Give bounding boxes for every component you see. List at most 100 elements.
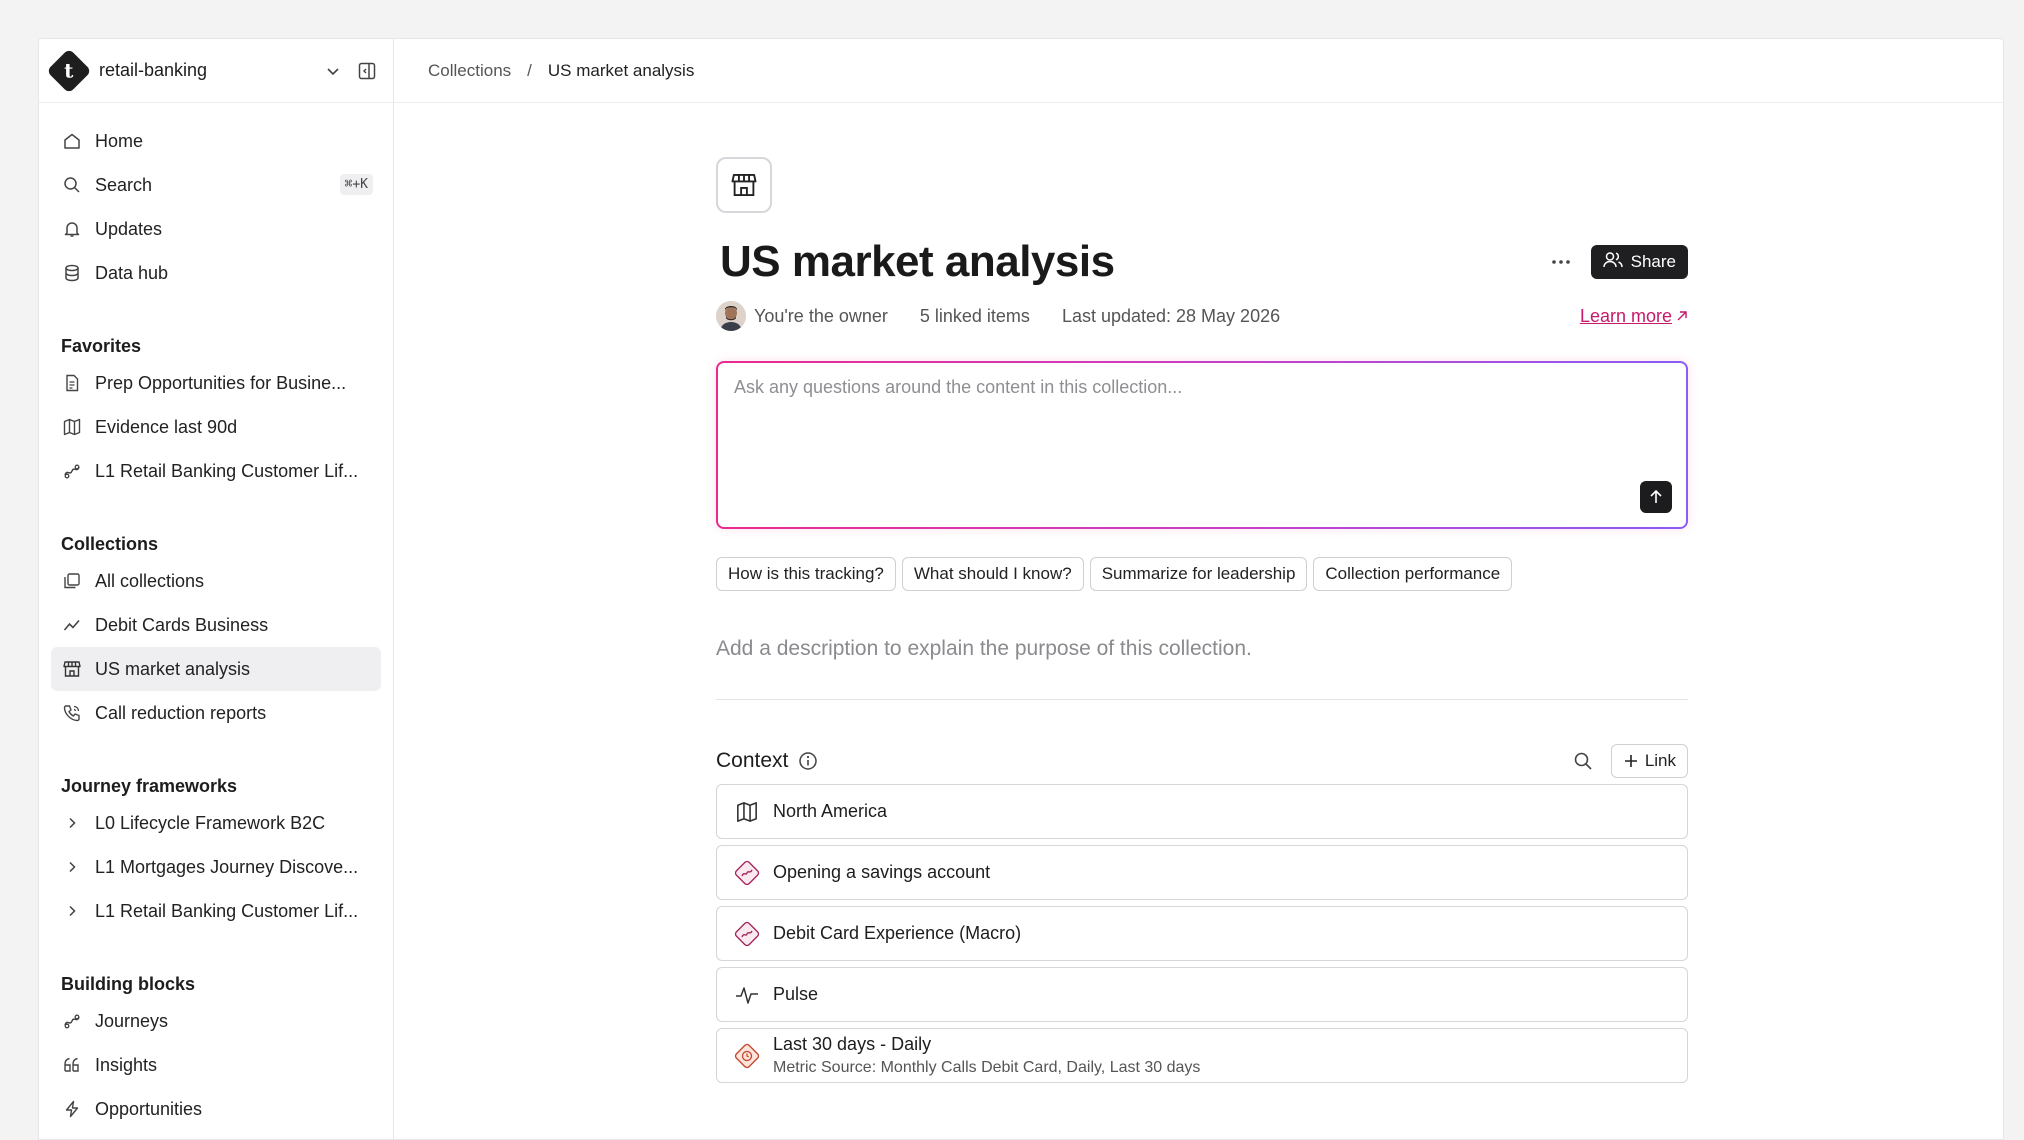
plus-icon xyxy=(1624,755,1637,767)
sidebar-item-all-collections[interactable]: All collections xyxy=(51,559,381,603)
sidebar-item-label: L1 Retail Banking Customer Lif... xyxy=(95,460,359,481)
context-item-title: Debit Card Experience (Macro) xyxy=(773,923,1022,943)
favorite-item[interactable]: L1 Retail Banking Customer Lif... xyxy=(51,449,381,493)
ask-question-box xyxy=(716,361,1688,529)
document-icon xyxy=(61,372,83,394)
phone-icon xyxy=(61,702,83,724)
sidebar-item-label: Insights xyxy=(95,1054,158,1075)
sidebar-item-label: L1 Retail Banking Customer Lif... xyxy=(95,900,359,921)
send-button[interactable] xyxy=(1640,481,1672,513)
sidebar-item-collection[interactable]: Debit Cards Business xyxy=(51,603,381,647)
journey-framework-item[interactable]: L1 Mortgages Journey Discove... xyxy=(51,845,381,889)
journey-framework-item[interactable]: L1 Retail Banking Customer Lif... xyxy=(51,889,381,933)
workspace-name: retail-banking xyxy=(99,60,208,80)
sidebar-item-label: Data hub xyxy=(95,262,169,283)
sidebar-item-label: L1 Mortgages Journey Discove... xyxy=(95,856,359,877)
workspace-logo: t xyxy=(46,47,92,94)
users-icon xyxy=(1602,251,1623,274)
building-blocks-heading: Building blocks xyxy=(61,974,196,994)
favorite-item[interactable]: Prep Opportunities for Busine... xyxy=(51,361,381,405)
context-item[interactable]: North America xyxy=(716,784,1688,839)
breadcrumb-collections-link[interactable]: Collections xyxy=(428,61,511,81)
journey-framework-item[interactable]: L0 Lifecycle Framework B2C xyxy=(51,801,381,845)
store-icon[interactable] xyxy=(716,157,772,213)
favorite-item[interactable]: Evidence last 90d xyxy=(51,405,381,449)
pulse-icon xyxy=(733,981,761,1009)
sidebar-item-label: US market analysis xyxy=(95,658,251,679)
database-icon xyxy=(61,262,83,284)
sidebar-item-insights[interactable]: Insights xyxy=(51,1043,381,1087)
more-options-icon[interactable] xyxy=(1545,246,1577,278)
sidebar-item-collection[interactable]: Call reduction reports xyxy=(51,691,381,735)
store-icon xyxy=(61,658,83,680)
context-item-title: Last 30 days - Daily xyxy=(773,1034,932,1054)
share-label: Share xyxy=(1630,252,1676,271)
avatar xyxy=(716,301,746,331)
chevron-right-icon[interactable] xyxy=(61,812,83,834)
context-item-title: North America xyxy=(773,801,888,821)
suggestion-chip[interactable]: Collection performance xyxy=(1313,557,1513,591)
journey-icon xyxy=(61,1010,83,1032)
sidebar-item-journeys[interactable]: Journeys xyxy=(51,999,381,1043)
sidebar-item-label: All collections xyxy=(95,570,205,591)
bell-icon xyxy=(61,218,83,240)
collection-page: US market analysis Share You're the owne… xyxy=(716,103,1688,1089)
metric-badge-icon xyxy=(733,1042,761,1070)
context-item-subtitle: Metric Source: Monthly Calls Debit Card,… xyxy=(773,1059,1201,1076)
chevron-right-icon[interactable] xyxy=(61,900,83,922)
sidebar-item-updates[interactable]: Updates xyxy=(51,207,381,251)
collection-meta: You're the owner 5 linked items Last upd… xyxy=(716,299,1688,333)
context-title: Context xyxy=(716,749,789,772)
sidebar-item-label: Evidence last 90d xyxy=(95,416,238,437)
owner-label: You're the owner xyxy=(754,305,888,326)
breadcrumb-current: US market analysis xyxy=(547,60,695,80)
link-button[interactable]: Link xyxy=(1610,744,1688,778)
last-updated: Last updated: 28 May 2026 xyxy=(1061,305,1281,326)
search-icon[interactable] xyxy=(1571,749,1595,773)
info-icon[interactable] xyxy=(798,751,818,771)
context-item-title: Pulse xyxy=(773,984,819,1004)
journey-badge-icon xyxy=(733,859,761,887)
home-icon xyxy=(61,130,83,152)
collections-icon xyxy=(61,570,83,592)
chevron-down-icon[interactable] xyxy=(321,59,345,83)
context-item[interactable]: Last 30 days - Daily Metric Source: Mont… xyxy=(716,1028,1688,1083)
suggestion-chip[interactable]: What should I know? xyxy=(901,557,1084,591)
learn-more-link[interactable]: Learn more xyxy=(1580,306,1688,327)
sidebar-item-collection-active[interactable]: US market analysis xyxy=(51,647,381,691)
sidebar-item-label: Updates xyxy=(95,218,163,239)
context-item[interactable]: Opening a savings account xyxy=(716,845,1688,900)
sidebar-item-data-hub[interactable]: Data hub xyxy=(51,251,381,295)
sidebar-item-opportunities[interactable]: Opportunities xyxy=(51,1087,381,1131)
context-item-title: Opening a savings account xyxy=(773,862,991,882)
main-content: Collections / US market analysis US mark… xyxy=(394,39,2003,1139)
context-item[interactable]: Pulse xyxy=(716,967,1688,1022)
map-icon xyxy=(733,798,761,826)
sidebar-item-home[interactable]: Home xyxy=(51,119,381,163)
link-label: Link xyxy=(1644,751,1676,770)
sidebar-item-search[interactable]: Search ⌘+K xyxy=(51,163,381,207)
suggestion-chip[interactable]: Summarize for leadership xyxy=(1089,557,1308,591)
app-window: t retail-banking Home Search ⌘+K Updates… xyxy=(38,38,2004,1140)
external-link-icon xyxy=(1677,311,1687,321)
lightning-icon xyxy=(61,1098,83,1120)
chevron-right-icon[interactable] xyxy=(61,856,83,878)
quote-icon xyxy=(61,1054,83,1076)
learn-more-label: Learn more xyxy=(1579,305,1672,326)
sidebar-item-label: L0 Lifecycle Framework B2C xyxy=(95,812,326,833)
share-button[interactable]: Share xyxy=(1590,245,1688,279)
favorites-heading: Favorites xyxy=(61,336,142,356)
sidebar-item-label: Debit Cards Business xyxy=(95,614,269,635)
page-title: US market analysis xyxy=(720,237,1115,286)
suggestion-chip[interactable]: How is this tracking? xyxy=(716,557,896,591)
journey-badge-icon xyxy=(733,920,761,948)
sidebar-item-label: Search xyxy=(95,174,153,195)
journey-icon xyxy=(61,460,83,482)
context-item[interactable]: Debit Card Experience (Macro) xyxy=(716,906,1688,961)
workspace-switcher[interactable]: t retail-banking xyxy=(39,39,393,103)
ask-question-input[interactable] xyxy=(734,377,1634,398)
sidebar-item-label: Prep Opportunities for Busine... xyxy=(95,372,347,393)
suggestion-chips: How is this tracking? What should I know… xyxy=(716,557,1688,591)
collapse-sidebar-icon[interactable] xyxy=(355,59,379,83)
description-placeholder[interactable]: Add a description to explain the purpose… xyxy=(716,637,1688,667)
